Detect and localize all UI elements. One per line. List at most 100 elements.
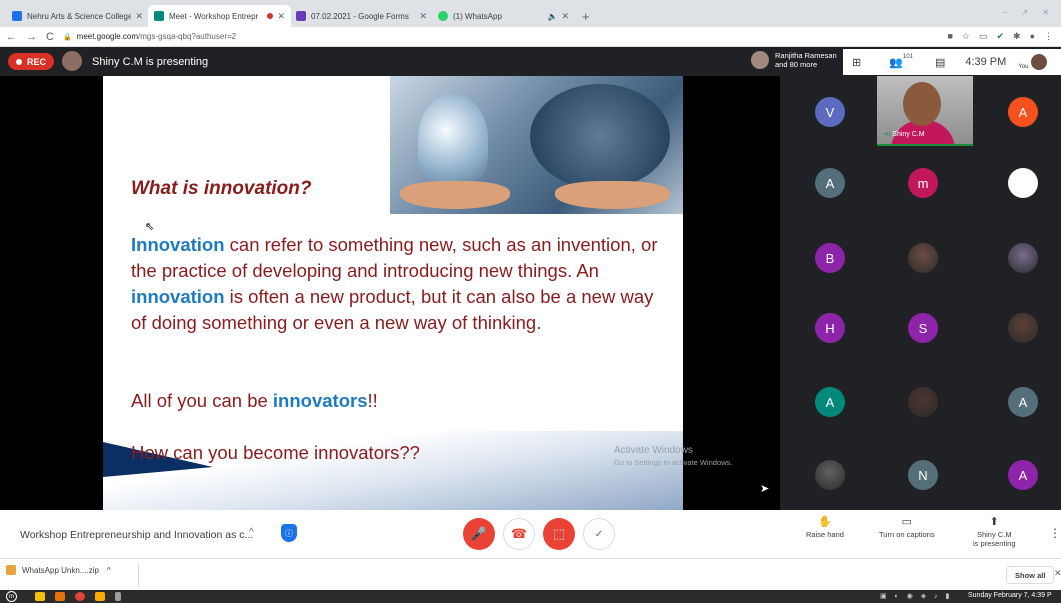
mic-off-button[interactable]: 🎤 [463, 518, 495, 550]
tab-meet[interactable]: Meet - Workshop Entrepr ✕ [148, 5, 291, 27]
camera-icon[interactable]: ■ [947, 31, 952, 42]
present-line2: is presenting [973, 539, 1016, 548]
participant-avatar[interactable]: B [815, 243, 845, 273]
participant-photo-avatar[interactable] [815, 460, 845, 490]
captions-button[interactable]: ▭ Turn on captions [879, 517, 935, 540]
present-line1: Shiny C.M [976, 530, 1012, 539]
lightbulb-illustration [418, 94, 488, 184]
hand-left-illustration [400, 181, 510, 209]
new-tab-icon[interactable]: + [582, 9, 590, 24]
extension-icon[interactable]: ▭ [979, 31, 988, 42]
participant-avatar[interactable]: A [815, 387, 845, 417]
tab-college[interactable]: Nehru Arts & Science College ✕ [6, 5, 149, 27]
captions-label: Turn on captions [879, 530, 935, 539]
system-tray-icons[interactable]: ▣ ◐ ◉ ◈ ♪ ▮ [880, 592, 952, 600]
meeting-title[interactable]: Workshop Entrepreneurship and Innovation… [20, 529, 253, 541]
url-field[interactable]: 🔒 meet.google.com/mgs-gsqa-qbq?authuser=… [63, 32, 236, 41]
slide-question: How can you become innovators?? [131, 442, 420, 463]
download-filename: WhatsApp Unkn....zip [22, 565, 99, 575]
slide-body-highlight-2: innovation [131, 286, 225, 307]
recording-badge: REC [8, 53, 55, 70]
participant-avatar[interactable]: H [815, 313, 845, 343]
leave-call-button[interactable]: ☎ [503, 518, 535, 550]
extension-icons: ■ ☆ ▭ ✔ ✱ ● ⋮ [947, 31, 1053, 42]
activation-watermark: Activate Windows Go to Settings to activ… [614, 445, 732, 469]
camera-off-button[interactable]: ⬚ [543, 518, 575, 550]
presenter-face [903, 82, 941, 126]
menu-icon[interactable]: ⋮ [1044, 31, 1053, 42]
participant-photo-avatar[interactable] [908, 243, 938, 273]
forms-favicon-icon [296, 11, 306, 21]
participant-more: and 80 more [775, 60, 818, 69]
tab-title: 07.02.2021 - Google Forms [311, 11, 409, 21]
chrome-icon[interactable] [75, 592, 85, 601]
close-tab-icon[interactable]: ✕ [419, 11, 427, 22]
presenting-text: Shiny C.M is presenting [92, 56, 209, 68]
participant-photo-avatar[interactable] [1008, 243, 1038, 273]
close-tab-icon[interactable]: ✕ [277, 11, 285, 22]
participant-avatar[interactable]: A [1008, 97, 1038, 127]
participant-avatar [751, 51, 769, 69]
show-all-button[interactable]: Show all [1006, 566, 1055, 584]
hand-icon: ✋ [818, 516, 832, 528]
participant-avatar[interactable]: A [815, 168, 845, 198]
self-avatar[interactable] [1031, 54, 1048, 70]
url-path: /mgs-gsqa-qbq?authuser=2 [138, 32, 237, 41]
chevron-up-icon[interactable]: ^ [107, 566, 111, 575]
bookmark-star-icon[interactable]: ☆ [962, 31, 970, 42]
download-item[interactable]: WhatsApp Unkn....zip ^ [6, 565, 111, 575]
more-actions-button[interactable]: ✓ [583, 518, 615, 550]
participant-photo-avatar[interactable] [1008, 313, 1038, 343]
hand-right-illustration [555, 181, 670, 209]
slide-callout-prefix: All of you can be [131, 390, 273, 411]
participant-photo-avatar[interactable] [908, 387, 938, 417]
forward-icon[interactable]: → [26, 31, 37, 43]
chat-icon[interactable]: ▤ [935, 56, 945, 69]
participant-avatar[interactable]: m [908, 168, 938, 198]
meet-control-bar: Workshop Entrepreneurship and Innovation… [0, 510, 1061, 558]
settings-icon[interactable] [115, 592, 121, 601]
people-icon[interactable]: 👥 [889, 56, 903, 69]
layout-icon[interactable]: ⊞ [852, 56, 861, 69]
participant-avatar[interactable]: N [908, 460, 938, 490]
reload-icon[interactable]: C [46, 31, 54, 43]
tab-whatsapp[interactable]: (1) WhatsApp 🔈 ✕ [432, 5, 575, 27]
participant-photo-avatar[interactable] [1008, 168, 1038, 198]
participant-count: 101 [902, 54, 913, 60]
slide: What is innovation? Innovation can refer… [103, 76, 683, 510]
tab-forms[interactable]: 07.02.2021 - Google Forms ✕ [290, 5, 433, 27]
present-now-button[interactable]: ⬆ Shiny C.M is presenting [973, 517, 1016, 549]
participant-avatar[interactable]: A [1008, 387, 1038, 417]
audio-playing-icon[interactable]: 🔈 [547, 12, 557, 21]
window-controls[interactable]: – ↗ ✕ [1003, 8, 1055, 17]
close-tab-icon[interactable]: ✕ [561, 11, 569, 22]
start-menu-icon[interactable]: m [6, 591, 17, 602]
profile-icon[interactable]: ● [1030, 31, 1035, 42]
close-shelf-icon[interactable]: ✕ [1054, 568, 1061, 579]
check-extension-icon[interactable]: ✔ [996, 31, 1004, 42]
slide-callout: All of you can be innovators!! [131, 390, 378, 412]
participant-avatar[interactable]: V [815, 97, 845, 127]
lock-icon: 🔒 [62, 33, 72, 41]
participant-avatar[interactable]: S [908, 313, 938, 343]
more-options-icon[interactable]: ⋮ [1049, 526, 1061, 540]
participant-summary: Ranjitha Ramesan and 80 more [751, 51, 837, 69]
presenter-video-tile[interactable]: •ıı Shiny C.M [877, 76, 973, 146]
participant-avatar[interactable]: A [1008, 460, 1038, 490]
back-icon[interactable]: ← [6, 31, 17, 43]
tab-title: (1) WhatsApp [453, 11, 502, 21]
chevron-up-icon[interactable]: ^ [249, 527, 254, 538]
security-shield-icon[interactable]: ⓘ [281, 524, 297, 542]
close-tab-icon[interactable]: ✕ [135, 11, 143, 22]
whatsapp-favicon-icon [438, 11, 448, 21]
files-icon[interactable] [35, 592, 45, 601]
presenter-name: Shiny C.M [892, 131, 925, 138]
app-icon[interactable] [55, 592, 65, 601]
folder-icon[interactable] [95, 592, 105, 601]
raise-hand-button[interactable]: ✋ Raise hand [806, 516, 844, 540]
watermark-subtitle: Go to Settings to activate Windows. [614, 458, 733, 467]
participant-name: Ranjitha Ramesan [775, 51, 837, 60]
puzzle-icon[interactable]: ✱ [1013, 31, 1021, 42]
download-shelf: WhatsApp Unkn....zip ^ Show all ✕ [0, 558, 1061, 590]
meet-top-panel: ⊞ 👥 101 ▤ 4:39 PM You [843, 49, 1061, 75]
